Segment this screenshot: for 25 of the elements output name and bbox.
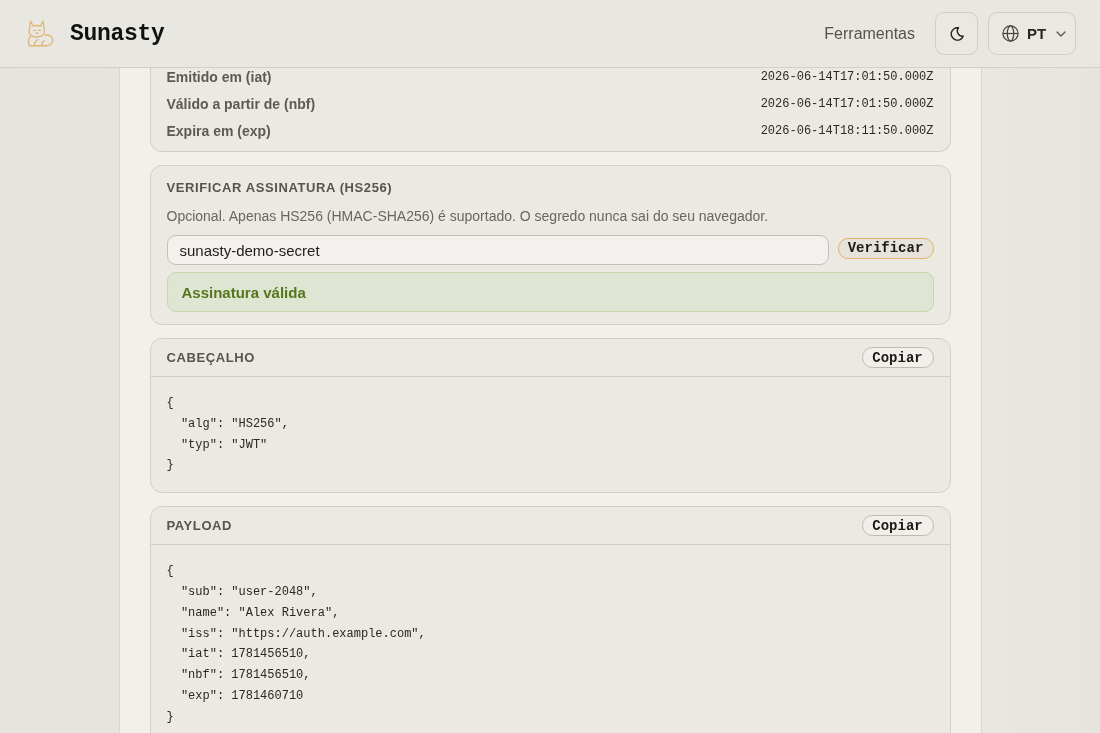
claim-value: 2026-06-14T17:01:50.000Z [760,69,934,84]
nav-link[interactable]: Ferramentas [824,24,915,43]
moon-icon [949,26,964,41]
language-button[interactable]: PT [988,12,1076,55]
claim-label: Válido a partir de (nbf) [166,95,316,112]
section-title: CABEÇALHO [166,348,255,367]
json-text: { "alg": "HS256", "typ": "JWT" } [166,395,289,475]
secret-input[interactable]: sunasty-demo-secret [166,235,829,265]
section-title: PAYLOAD [166,516,233,535]
claim-label: Expira em (exp) [166,122,271,139]
status-banner: Assinatura válida [166,272,934,312]
claim-label: Emitido em (iat) [166,68,272,85]
chevron-down-icon [1056,30,1067,37]
json-text: { "sub": "user-2048", "name": "Alex Rivera", "iss": "https://auth.example.com", "iat": 1781456510, "nbf": 1781456510, "exp": 1781460710 } [166,563,426,726]
verify-button[interactable]: Verificar [837,237,934,259]
claim-value: 2026-06-14T17:01:50.000Z [760,96,934,111]
brand-name: Sunasty [70,20,165,47]
theme-toggle-button[interactable] [935,12,978,55]
copy-button[interactable]: Copiar [861,347,934,368]
section-title: VERIFICAR ASSINATURA (HS256) [166,179,394,197]
claim-value: 2026-06-14T18:11:50.000Z [760,123,934,138]
cat-icon [27,20,54,47]
globe-icon [1002,25,1019,42]
description-text: Opcional. Apenas HS256 (HMAC-SHA256) é suportado. O segredo nunca sai do seu navegador. [166,207,770,225]
copy-button[interactable]: Copiar [861,515,934,537]
